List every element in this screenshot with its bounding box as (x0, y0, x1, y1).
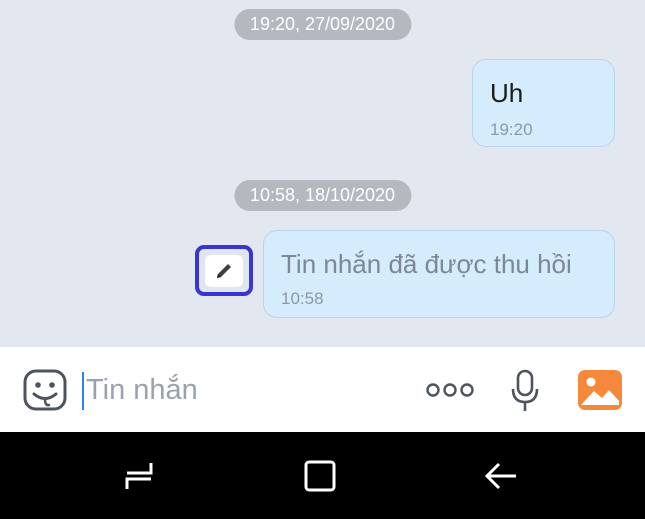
message-time: 19:20 (490, 120, 533, 139)
text-cursor (82, 372, 84, 410)
more-icon[interactable] (424, 380, 476, 400)
photo-icon[interactable] (577, 369, 623, 411)
message-bubble-recalled[interactable]: Tin nhắn đã được thu hồi 10:58 (263, 230, 615, 318)
microphone-icon[interactable] (509, 369, 541, 413)
pencil-icon (217, 263, 231, 278)
chat-area[interactable]: 19:20, 27/09/2020 Uh 19:20 10:58, 18/10/… (0, 0, 645, 346)
system-navigation-bar (0, 432, 645, 519)
edit-message-button[interactable] (195, 245, 253, 296)
date-separator: 10:58, 18/10/2020 (233, 180, 412, 211)
message-text: Uh (490, 78, 524, 108)
message-composer (0, 346, 645, 433)
home-icon[interactable] (301, 458, 339, 494)
recent-apps-icon[interactable] (120, 458, 158, 494)
message-bubble-sent[interactable]: Uh 19:20 (472, 59, 615, 147)
message-text: Tin nhắn đã được thu hồi (281, 249, 572, 279)
back-icon[interactable] (482, 458, 520, 494)
date-separator: 19:20, 27/09/2020 (233, 9, 412, 40)
sticker-icon[interactable] (22, 368, 68, 412)
message-time: 10:58 (281, 289, 324, 308)
message-input[interactable] (86, 367, 406, 413)
